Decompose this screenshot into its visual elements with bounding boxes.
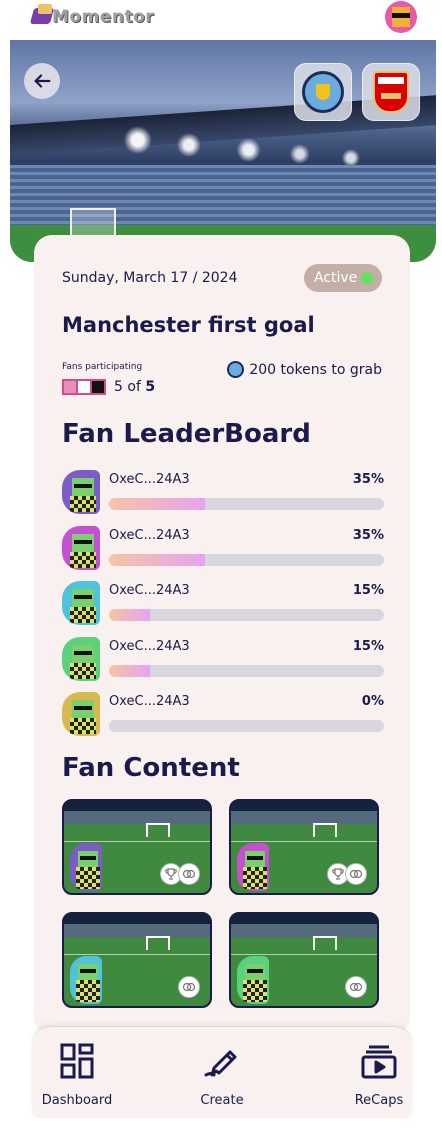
app-logo[interactable]: Momentor — [29, 2, 155, 32]
event-date: Sunday, March 17 / 2024 — [62, 270, 238, 286]
event-card: Sunday, March 17 / 2024 Active Mancheste… — [34, 235, 410, 1035]
pen-icon — [204, 1050, 237, 1077]
dashboard-icon — [60, 1043, 94, 1079]
arsenal-crest-icon — [373, 71, 409, 113]
leaderboard-row[interactable]: OxeC...24A3 35% — [62, 525, 384, 574]
progress-bar — [109, 720, 384, 732]
fans-count: 5 of 5 — [114, 379, 155, 395]
status-badge: Active — [304, 264, 382, 292]
fans-participating: 5 of 5 — [62, 379, 155, 395]
leaderboard-row[interactable]: OxeC...24A3 15% — [62, 581, 384, 629]
nav-recaps[interactable]: ReCaps — [334, 1041, 424, 1108]
home-club-badge[interactable] — [294, 63, 352, 121]
fan-percent: 15% — [352, 583, 384, 598]
nav-dashboard-label: Dashboard — [41, 1093, 113, 1108]
rings-icon[interactable] — [178, 863, 200, 885]
leaderboard-row[interactable]: OxeC...24A3 0% — [62, 692, 384, 740]
fan-address: OxeC...24A3 — [109, 694, 190, 709]
token-icon — [227, 361, 245, 378]
fan-address: OxeC...24A3 — [109, 638, 190, 654]
reactions — [327, 863, 367, 885]
fan-percent: 35% — [352, 472, 384, 487]
progress-bar — [109, 553, 384, 566]
nav-recaps-label: ReCaps — [354, 1093, 404, 1108]
fan-percent: 15% — [352, 638, 384, 654]
fan-address: OxeC...24A3 — [109, 472, 190, 487]
reactions — [160, 863, 200, 885]
video-title-bar — [231, 801, 377, 811]
progress-fill — [109, 609, 151, 621]
leaderboard-row[interactable]: OxeC...24A3 15% — [62, 636, 384, 685]
back-button[interactable] — [24, 63, 60, 99]
creator-avatar — [70, 843, 102, 891]
nav-create-label: Create — [200, 1093, 244, 1108]
profile-avatar[interactable] — [385, 1, 417, 33]
away-club-badge[interactable] — [362, 63, 420, 121]
fans-total: 5 — [145, 379, 156, 395]
fan-content-title: Fan Content — [62, 753, 240, 783]
nav-dashboard[interactable]: Dashboard — [32, 1041, 122, 1108]
event-title: Manchester first goal — [62, 313, 315, 337]
progress-bar — [109, 498, 384, 510]
progress-bar — [109, 609, 384, 621]
leaderboard-row[interactable]: OxeC...24A3 35% — [62, 470, 384, 518]
rings-icon[interactable] — [345, 976, 367, 998]
fan-percent: 35% — [352, 527, 384, 543]
top-bar: Momentor — [0, 0, 442, 38]
leaderboard-title: Fan LeaderBoard — [62, 419, 311, 449]
fan-avatars-icon — [62, 379, 108, 395]
fan-address: OxeC...24A3 — [109, 527, 190, 543]
progress-fill — [109, 664, 151, 677]
video-title-bar — [64, 914, 210, 924]
fan-content-video[interactable] — [62, 912, 212, 1008]
logo-mark-icon — [29, 4, 58, 30]
fan-content-video[interactable] — [229, 799, 379, 895]
status-label: Active — [314, 270, 358, 286]
progress-fill — [109, 498, 206, 510]
fan-avatar — [62, 470, 100, 514]
creator-avatar — [237, 956, 269, 1004]
fan-percent: 0% — [361, 694, 384, 709]
tokens-to-grab: 200 tokens to grab — [227, 361, 382, 378]
progress-bar — [109, 664, 384, 677]
recaps-icon — [361, 1045, 397, 1079]
fans-current: 5 — [114, 379, 123, 395]
progress-fill — [109, 553, 206, 566]
fan-content-video[interactable] — [229, 912, 379, 1008]
fan-avatar — [62, 525, 100, 570]
tokens-text: 200 tokens to grab — [249, 361, 382, 378]
fans-participating-label: Fans participating — [62, 362, 143, 372]
reactions — [178, 976, 200, 998]
bottom-nav: Dashboard Create ReCaps — [32, 1026, 412, 1118]
fan-avatar — [62, 692, 100, 736]
rings-icon[interactable] — [178, 976, 200, 998]
video-title-bar — [64, 801, 210, 811]
creator-avatar — [70, 956, 102, 1004]
app-name: Momentor — [52, 7, 155, 27]
reactions — [345, 976, 367, 998]
nav-create[interactable]: Create — [177, 1041, 267, 1108]
arrow-left-icon — [34, 74, 51, 88]
fan-address: OxeC...24A3 — [109, 583, 190, 598]
creator-avatar — [237, 843, 269, 891]
active-dot-icon — [361, 272, 373, 284]
fan-avatar — [62, 581, 100, 625]
fan-content-video[interactable] — [62, 799, 212, 895]
fans-of: of — [127, 379, 141, 395]
fan-avatar — [62, 636, 100, 681]
rings-icon[interactable] — [345, 863, 367, 885]
video-title-bar — [231, 914, 377, 924]
manchester-city-crest-icon — [302, 71, 344, 113]
